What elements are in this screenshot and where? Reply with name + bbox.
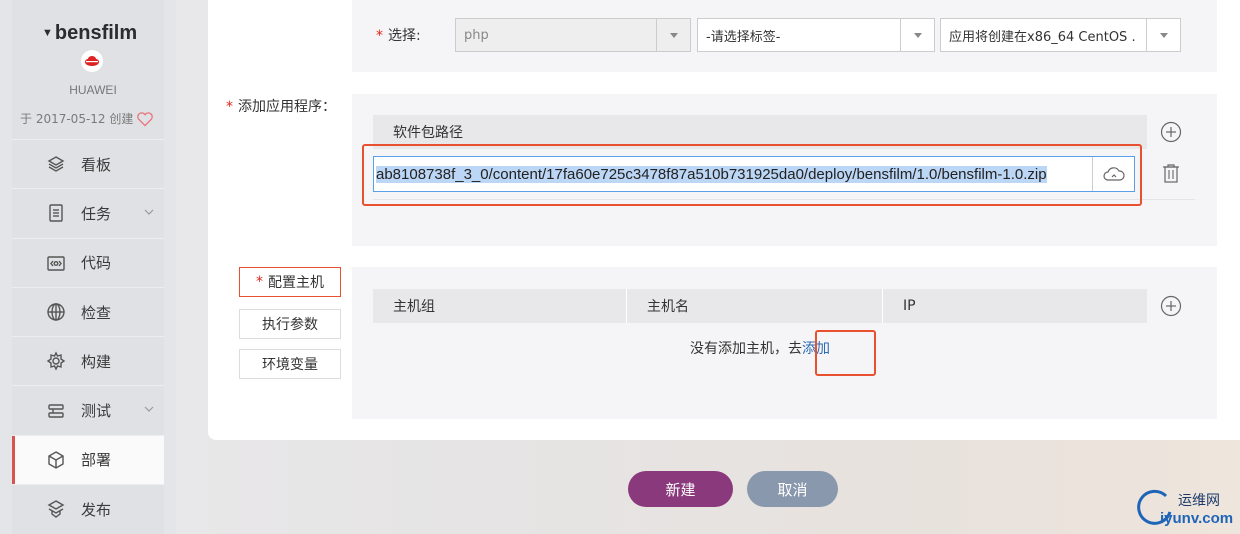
sidebar-item-tasks[interactable]: 任务 <box>12 188 164 237</box>
empty-hosts-message: 没有添加主机，去添加 <box>690 341 830 357</box>
sidebar-item-label: 代码 <box>81 254 112 273</box>
add-package-button[interactable] <box>1147 115 1195 149</box>
caret-down-icon: ▼ <box>42 27 53 39</box>
host-name-header: 主机名 <box>627 289 883 323</box>
host-group-header: 主机组 <box>373 289 627 323</box>
chevron-down-icon <box>144 209 154 216</box>
tab-config-host[interactable]: * 配置主机 <box>239 267 341 297</box>
sidebar-nav: 看板 任务 代码 检查 构建 测试 部署 发布 <box>12 139 164 533</box>
add-host-button[interactable] <box>1147 289 1195 323</box>
delete-package-button[interactable] <box>1147 156 1195 190</box>
project-name: bensfilm <box>54 22 138 44</box>
runtime-select: php <box>455 18 691 52</box>
highlight-box <box>815 330 876 376</box>
sidebar-item-deploy[interactable]: 部署 <box>12 434 164 485</box>
layers-icon <box>46 154 66 174</box>
watermark-url: iyunv.com <box>1160 510 1234 527</box>
huawei-logo <box>81 50 103 72</box>
sidebar-item-label: 看板 <box>81 155 112 174</box>
created-info: 于 2017-05-12 创建 <box>20 110 154 127</box>
sidebar-item-check[interactable]: 检查 <box>12 286 164 336</box>
chevron-down-icon <box>656 19 690 51</box>
project-switcher[interactable]: ▼ bensfilm <box>42 22 137 45</box>
sidebar-item-label: 构建 <box>81 352 112 371</box>
tasks-icon <box>46 203 66 223</box>
deploy-icon <box>46 450 66 470</box>
heart-icon[interactable] <box>136 111 154 127</box>
sidebar: ▼ bensfilm HUAWEI 于 2017-05-12 创建 看板 任务 代… <box>0 0 176 534</box>
ip-header: IP <box>903 298 916 314</box>
tab-env-vars[interactable]: 环境变量 <box>239 349 341 379</box>
add-app-label: * 添加应用程序： <box>226 99 336 115</box>
plus-circle-icon <box>1160 121 1182 143</box>
build-icon <box>46 351 66 371</box>
code-icon <box>46 253 66 273</box>
release-icon <box>46 499 66 519</box>
plus-circle-icon <box>1160 295 1182 317</box>
sidebar-item-label: 部署 <box>81 451 112 470</box>
test-icon <box>46 401 66 421</box>
trash-icon <box>1163 164 1179 183</box>
tag-select[interactable]: -请选择标签- <box>697 18 935 52</box>
highlight-box <box>362 144 1142 206</box>
scan-icon <box>46 302 66 322</box>
select-label: * 选择: <box>376 28 421 44</box>
sidebar-item-build[interactable]: 构建 <box>12 336 164 385</box>
watermark: 运维网 iyunv.com <box>1136 486 1236 530</box>
sidebar-item-label: 任务 <box>81 204 112 223</box>
create-button[interactable]: 新建 <box>628 471 733 507</box>
sidebar-item-label: 检查 <box>81 303 112 322</box>
created-date: 于 2017-05-12 创建 <box>20 112 134 126</box>
chevron-down-icon <box>1146 19 1180 51</box>
host-table-header: 主机组 主机名 IP <box>373 289 1147 323</box>
org-name: HUAWEI <box>69 83 117 97</box>
sidebar-item-release[interactable]: 发布 <box>12 484 164 533</box>
sidebar-item-kanban[interactable]: 看板 <box>12 139 164 188</box>
watermark-name: 运维网 <box>1178 493 1220 509</box>
sidebar-item-label: 发布 <box>81 500 112 519</box>
chevron-down-icon <box>144 407 154 413</box>
sidebar-item-code[interactable]: 代码 <box>12 237 164 287</box>
chevron-down-icon <box>900 19 934 51</box>
env-select[interactable]: 应用将创建在x86_64 CentOS ... <box>940 18 1181 52</box>
tab-exec-params[interactable]: 执行参数 <box>239 309 341 339</box>
sidebar-item-label: 测试 <box>81 402 112 421</box>
cancel-button[interactable]: 取消 <box>747 471 838 507</box>
sidebar-item-test[interactable]: 测试 <box>12 385 164 434</box>
